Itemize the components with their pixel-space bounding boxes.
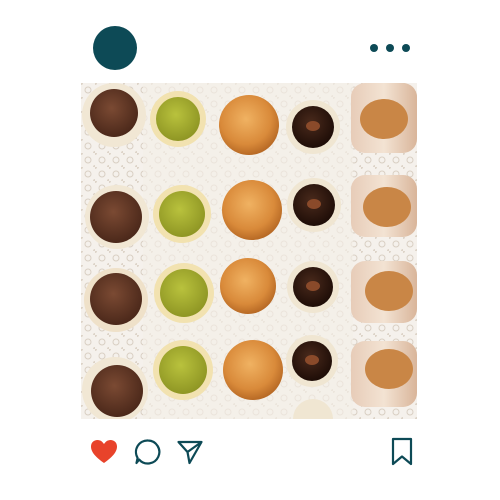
post-photo[interactable] (81, 83, 417, 419)
post-action-bar (88, 436, 418, 470)
bookmark-icon (391, 437, 413, 466)
heart-icon (91, 440, 117, 463)
save-button[interactable] (386, 436, 418, 468)
comment-button[interactable] (132, 436, 164, 468)
dot-icon (402, 44, 410, 52)
comment-icon (134, 439, 161, 465)
dot-icon (370, 44, 378, 52)
more-options-button[interactable] (368, 38, 412, 58)
profile-avatar[interactable] (93, 26, 137, 70)
share-button[interactable] (174, 436, 206, 468)
dot-icon (386, 44, 394, 52)
send-icon (177, 440, 203, 465)
dessert-platter-image (81, 83, 417, 419)
like-button[interactable] (88, 436, 120, 468)
social-post-card (0, 0, 500, 500)
